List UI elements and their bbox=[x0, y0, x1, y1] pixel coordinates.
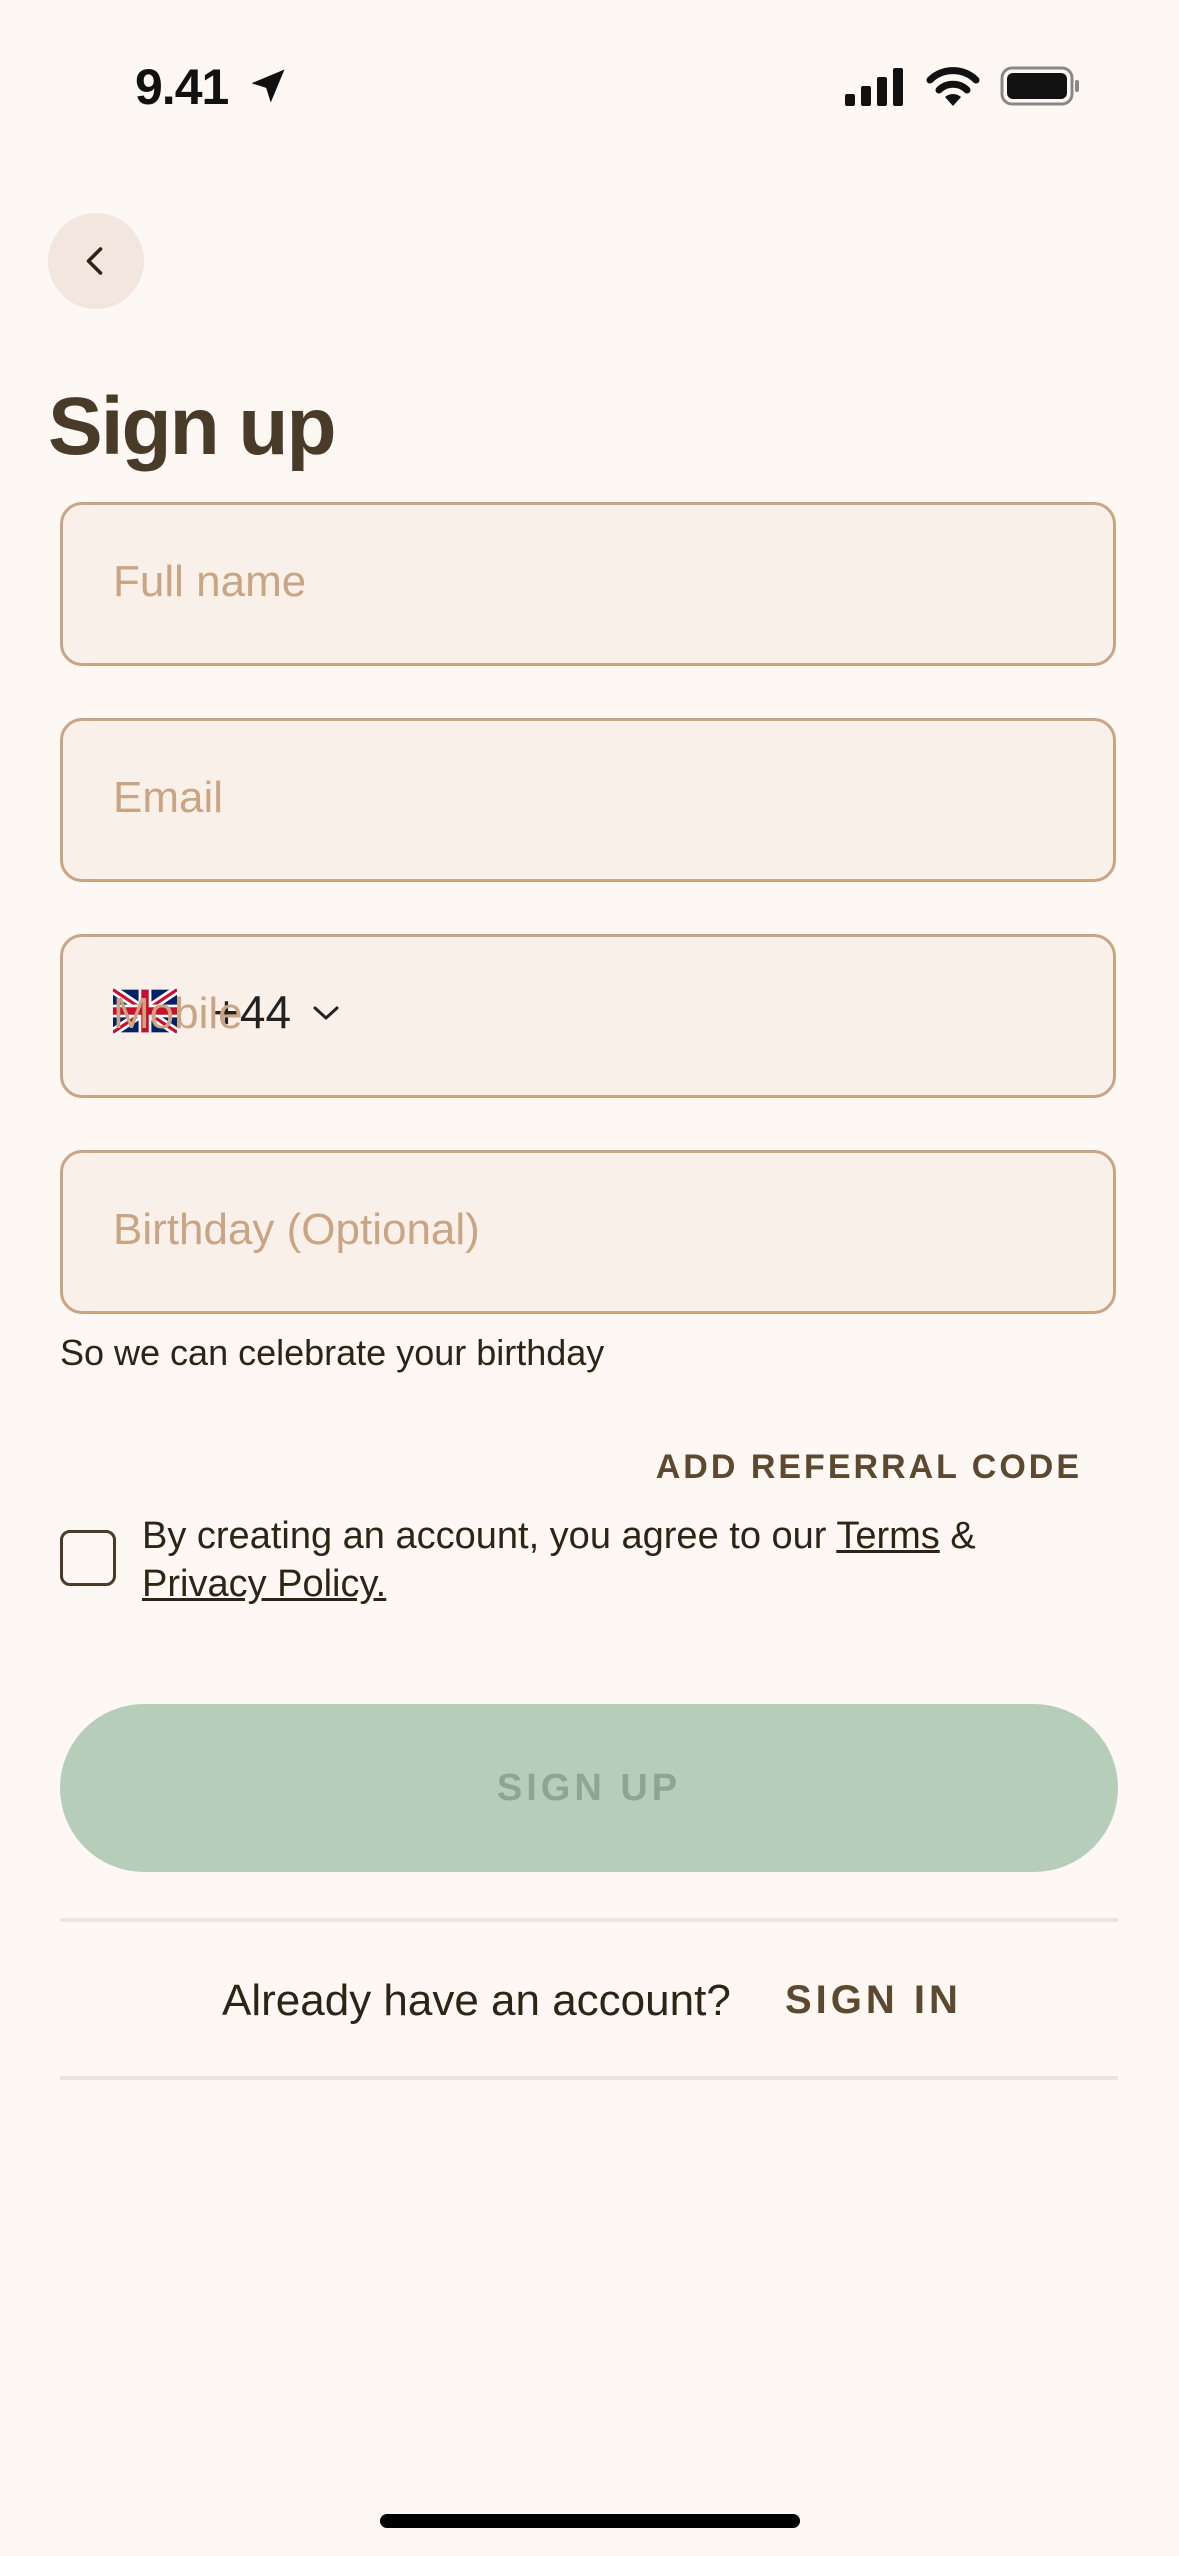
add-referral-code-link[interactable]: ADD REFERRAL CODE bbox=[656, 1448, 1082, 1487]
divider-bottom bbox=[60, 2076, 1118, 2080]
privacy-policy-link[interactable]: Privacy Policy. bbox=[142, 1563, 386, 1605]
home-indicator bbox=[380, 2514, 800, 2528]
page-title: Sign up bbox=[48, 381, 337, 472]
battery-icon bbox=[1000, 66, 1079, 106]
birthday-field[interactable]: Birthday (Optional) bbox=[60, 1150, 1116, 1314]
terms-amp: & bbox=[939, 1515, 976, 1557]
email-placeholder: Email bbox=[113, 773, 224, 822]
divider-top bbox=[60, 1918, 1118, 1922]
birthday-placeholder: Birthday (Optional) bbox=[113, 1205, 480, 1254]
birthday-helper-text: So we can celebrate your birthday bbox=[60, 1332, 605, 1373]
terms-link[interactable]: Terms bbox=[836, 1515, 939, 1557]
mobile-placeholder: Mobile bbox=[113, 989, 243, 1038]
wifi-icon bbox=[926, 67, 980, 106]
location-arrow-icon bbox=[251, 69, 285, 103]
email-field[interactable]: Email bbox=[60, 718, 1116, 882]
full-name-placeholder: Full name bbox=[113, 557, 307, 606]
chevron-down-icon[interactable] bbox=[311, 1003, 341, 1023]
terms-text: By creating an account, you agree to our… bbox=[142, 1512, 1042, 1608]
chevron-left-icon bbox=[86, 247, 103, 275]
status-time: 9.41 bbox=[135, 59, 229, 115]
sign-up-button[interactable]: SIGN UP bbox=[60, 1704, 1118, 1872]
full-name-field[interactable]: Full name bbox=[60, 502, 1116, 666]
back-button[interactable] bbox=[48, 213, 144, 309]
mobile-field[interactable]: +44 Mobile bbox=[60, 934, 1116, 1098]
terms-checkbox[interactable] bbox=[60, 1530, 116, 1586]
sign-in-link[interactable]: SIGN IN bbox=[785, 1978, 962, 2023]
already-have-account-text: Already have an account? bbox=[222, 1976, 731, 2025]
terms-prefix: By creating an account, you agree to our bbox=[142, 1515, 837, 1557]
cellular-signal-icon bbox=[845, 68, 903, 106]
